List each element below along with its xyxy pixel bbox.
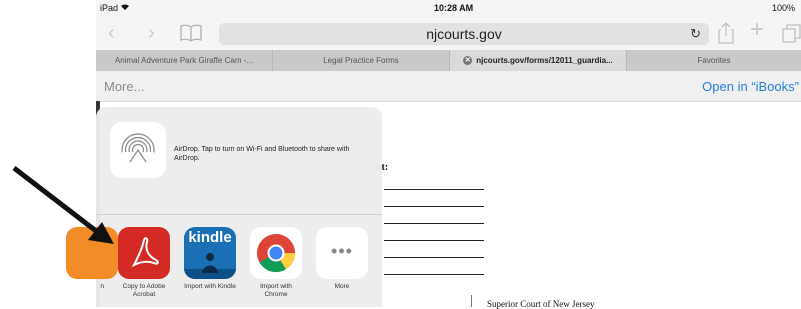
airdrop-description: AirDrop. Tap to turn on Wi-Fi and Blueto… (174, 146, 350, 162)
signature-line (384, 206, 484, 207)
signature-line (384, 240, 484, 241)
forward-button[interactable]: › (148, 23, 155, 43)
signature-line (384, 189, 484, 190)
app-label: Copy to Adobe Acrobat (122, 283, 166, 298)
tabs-icon (782, 24, 801, 43)
tab-label: Legal Practice Forms (323, 56, 399, 65)
battery-percent: 100% (772, 3, 796, 13)
tab-label: Animal Adventure Park Giraffe Cam -... (114, 56, 254, 65)
back-button[interactable]: ‹ (108, 23, 115, 43)
book-icon (180, 24, 202, 42)
tab-label: njcourts.gov/forms/12011_guardia... (476, 56, 613, 65)
new-tab-button[interactable]: + (750, 18, 764, 42)
app-label: n (100, 283, 104, 290)
share-icon (718, 22, 734, 44)
wifi-icon (120, 3, 130, 13)
more-apps[interactable]: ••• More (314, 227, 370, 291)
app-label: Import with Chrome (260, 283, 292, 298)
share-button[interactable] (718, 22, 734, 48)
more-dots-icon: ••• (316, 227, 368, 279)
carrier-label: iPad (100, 3, 119, 13)
more-button[interactable]: More... (104, 79, 144, 94)
signature-line (384, 274, 484, 275)
open-in-ibooks-button[interactable]: Open in “iBooks” (702, 79, 799, 94)
copy-to-adobe-acrobat[interactable]: Copy to Adobe Acrobat (116, 227, 172, 299)
tab-label: Favorites (697, 56, 731, 65)
sheet-divider (96, 214, 382, 215)
tab-legal-practice-forms[interactable]: Legal Practice Forms (273, 50, 450, 71)
reload-icon[interactable]: ↻ (690, 26, 701, 42)
document-footer-text: Superior Court of New Jersey (487, 299, 595, 309)
pdf-toolbar: More... Open in “iBooks” (96, 71, 801, 102)
app-label: More (334, 283, 350, 290)
signature-line (384, 223, 484, 224)
tabs-button[interactable] (782, 23, 801, 47)
divider-line (471, 295, 472, 307)
tab-bar: Animal Adventure Park Giraffe Cam -... L… (96, 50, 801, 71)
share-sheet: AirDrop. Tap to turn on Wi-Fi and Blueto… (66, 107, 382, 307)
app-label: Import with Kindle (184, 283, 236, 290)
kindle-icon: kindle (184, 227, 236, 279)
adobe-acrobat-icon (118, 227, 170, 279)
tab-njcourts-form[interactable]: ✕ njcourts.gov/forms/12011_guardia... (450, 50, 627, 71)
navigation-bar: ‹ › njcourts.gov ↻ + (96, 15, 801, 50)
address-bar[interactable]: njcourts.gov ↻ (219, 23, 709, 45)
signature-line (384, 257, 484, 258)
close-tab-icon[interactable]: ✕ (463, 56, 473, 66)
tab-favorites[interactable]: Favorites (627, 50, 801, 71)
bookmarks-button[interactable] (180, 24, 202, 46)
tab-giraffe-cam[interactable]: Animal Adventure Park Giraffe Cam -... (96, 50, 273, 71)
annotation-arrow (12, 166, 114, 244)
status-bar: iPad 10:28 AM 100% (96, 0, 801, 22)
url-text: njcourts.gov (426, 26, 502, 42)
clock: 10:28 AM (434, 3, 474, 13)
import-with-kindle[interactable]: kindle Import with Kindle (182, 227, 238, 291)
chrome-icon (250, 227, 302, 279)
import-with-chrome[interactable]: Import with Chrome (248, 227, 304, 299)
